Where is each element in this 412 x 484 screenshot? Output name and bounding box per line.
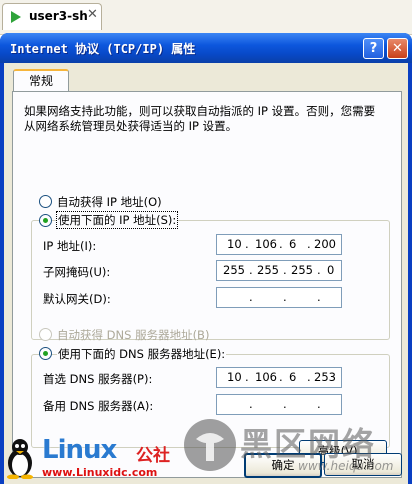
heiqu-watermark: 黑区网络 www.heiqu.com [180,415,412,484]
close-button[interactable]: ✕ [387,38,408,59]
default-gateway-field[interactable]: ... [216,287,342,308]
alternate-dns-label: 备用 DNS 服务器(A): [43,399,154,413]
play-icon [11,11,21,23]
penguin-icon [7,439,33,479]
heiqu-logo-icon [184,419,236,471]
auto-ip-label[interactable]: 自动获得 IP 地址(O) [57,194,162,210]
manual-ip-radio[interactable] [39,214,52,227]
manual-dns-radio[interactable] [39,347,52,360]
linux-watermark-text: Linux [42,435,117,465]
subnet-mask-field[interactable]: 255. 255. 255. 0 [216,260,342,281]
close-icon[interactable]: ✕ [87,7,98,22]
subnet-mask-label: 子网掩码(U): [43,265,111,279]
session-tab[interactable]: user3-sh ✕ [2,3,102,30]
preferred-dns-label: 首选 DNS 服务器(P): [43,372,153,386]
session-tab-title: user3-sh [29,9,88,23]
ip-address-label: IP 地址(I): [43,239,97,253]
auto-dns-label: 自动获得 DNS 服务器地址(B) [57,328,210,342]
help-button[interactable]: ? [363,38,384,59]
alternate-dns-field[interactable]: ... [216,394,342,415]
description-text: 如果网络支持此功能，则可以获取自动指派的 IP 设置。否则，您需要从网络系统管理… [24,104,376,133]
ip-address-field[interactable]: 10. 106. 6. 200 [216,234,342,255]
linux-watermark-url: www.Linuxidc.com [42,466,158,479]
title-bar[interactable]: Internet 协议 (TCP/IP) 属性 ? ✕ [0,33,412,63]
tab-general[interactable]: 常规 [13,69,69,93]
auto-dns-radio [39,328,52,341]
browser-tab-strip: user3-sh ✕ [0,0,412,35]
auto-ip-radio[interactable] [39,195,52,208]
manual-ip-label[interactable]: 使用下面的 IP 地址(S): [55,211,179,229]
dialog-title: Internet 协议 (TCP/IP) 属性 [10,42,196,56]
default-gateway-label: 默认网关(D): [43,292,111,306]
preferred-dns-field[interactable]: 10. 106. 6. 253 [216,367,342,388]
heiqu-watermark-url: www.heiqu.com [298,459,394,473]
manual-dns-label[interactable]: 使用下面的 DNS 服务器地址(E): [57,346,227,362]
linux-watermark-cn: 公社 [136,446,170,466]
linux-watermark: Linux 公社 www.Linuxidc.com [4,435,184,483]
